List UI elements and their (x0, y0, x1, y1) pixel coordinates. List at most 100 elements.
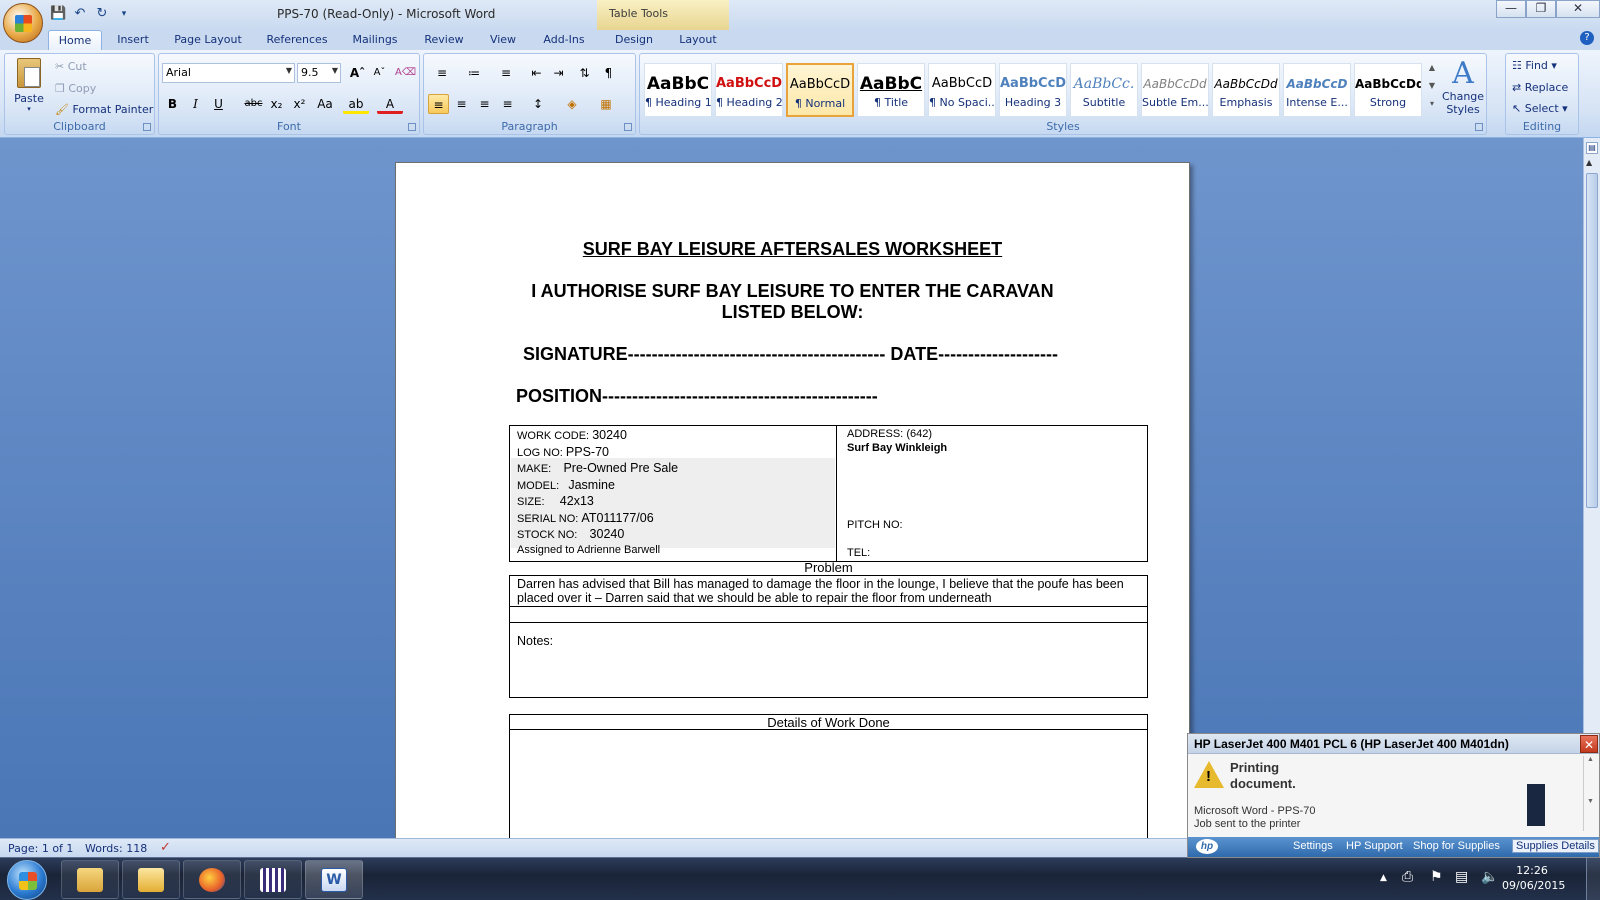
system-clock[interactable]: 12:26 09/06/2015 (1502, 863, 1565, 893)
find-button[interactable]: ☷ Find ▾ (1512, 59, 1557, 72)
show-desktop-button[interactable] (1586, 858, 1600, 900)
replace-button[interactable]: ⇄ Replace (1512, 81, 1568, 94)
save-icon[interactable]: 💾 (50, 6, 66, 22)
select-button[interactable]: ↖ Select ▾ (1512, 102, 1568, 115)
paragraph-launcher-icon[interactable] (624, 123, 632, 131)
problem-box[interactable]: Darren has advised that Bill has managed… (509, 575, 1148, 623)
supplies-details-link[interactable]: Supplies Details (1512, 839, 1599, 853)
tab-add-ins[interactable]: Add-Ins (538, 30, 590, 50)
close-icon[interactable]: ✕ (1580, 735, 1598, 753)
superscript-button[interactable]: x² (289, 94, 310, 114)
taskbar-explorer[interactable] (61, 860, 119, 899)
change-case-button[interactable]: Aa (312, 94, 338, 114)
underline-button[interactable]: U (208, 94, 229, 114)
hp-support-link[interactable]: HP Support (1346, 840, 1403, 852)
clipboard-launcher-icon[interactable] (143, 123, 151, 131)
shop-supplies-link[interactable]: Shop for Supplies (1413, 840, 1500, 852)
strikethrough-button[interactable]: abc (243, 94, 264, 114)
popup-scrollbar[interactable]: ▲ ▼ (1583, 756, 1597, 831)
style-heading-2[interactable]: AaBbCcDd¶ Heading 2 (715, 63, 783, 117)
customize-qat-icon[interactable]: ▾ (116, 6, 132, 22)
tab-page-layout[interactable]: Page Layout (170, 30, 246, 50)
font-launcher-icon[interactable] (408, 123, 416, 131)
cut-button[interactable]: ✂ Cut (55, 60, 87, 73)
work-done-box[interactable]: Details of Work Done (509, 714, 1148, 838)
style-subtle-emphasis[interactable]: AaBbCcDd Subtle Em... (1141, 63, 1209, 117)
show-hidden-icons-icon[interactable]: ▲ (1380, 873, 1387, 883)
align-left-icon[interactable]: ≡ (428, 94, 449, 114)
tab-mailings[interactable]: Mailings (347, 30, 403, 50)
start-button[interactable] (7, 860, 47, 900)
proofing-icon[interactable]: ✓ (160, 840, 171, 855)
word-count[interactable]: Words: 118 (85, 842, 147, 855)
restore-button[interactable]: ❐ (1526, 0, 1556, 18)
subscript-button[interactable]: x₂ (266, 94, 287, 114)
font-family-combo[interactable]: Arial ▼ (162, 63, 295, 83)
tab-references[interactable]: References (262, 30, 332, 50)
style-title[interactable]: AaBbC ¶ Title (857, 63, 925, 117)
tab-review[interactable]: Review (420, 30, 468, 50)
help-icon[interactable]: ? (1580, 31, 1594, 45)
highlight-icon[interactable]: ab (343, 94, 369, 114)
style-heading-3[interactable]: AaBbCcDdHeading 3 (999, 63, 1067, 117)
tab-insert[interactable]: Insert (110, 30, 156, 50)
font-color-icon[interactable]: A (377, 94, 403, 114)
taskbar-outlook[interactable] (122, 860, 180, 899)
printer-tray-icon[interactable]: ⎙ (1402, 869, 1413, 885)
copy-button[interactable]: ❐ Copy (55, 82, 96, 95)
action-center-flag-icon[interactable]: ⚑ (1430, 869, 1443, 885)
shading-icon[interactable]: ◈ (558, 94, 586, 114)
close-button[interactable]: ✕ (1556, 0, 1600, 18)
align-right-icon[interactable]: ≡ (474, 94, 495, 114)
taskbar-firefox[interactable] (183, 860, 241, 899)
style-heading-1[interactable]: AaBbC ¶ Heading 1 (644, 63, 712, 117)
bold-button[interactable]: B (162, 94, 183, 114)
decrease-indent-icon[interactable]: ⇤ (526, 63, 547, 83)
borders-icon[interactable]: ▦ (592, 94, 620, 114)
undo-icon[interactable]: ↶ (72, 6, 88, 22)
minimize-button[interactable]: — (1496, 0, 1526, 18)
scroll-up-icon[interactable]: ▲ (1586, 158, 1592, 167)
bullets-icon[interactable]: ≡ (428, 63, 456, 83)
multilevel-list-icon[interactable]: ≡ (492, 63, 520, 83)
taskbar-word[interactable]: W (305, 860, 363, 899)
taskbar-calendar-app[interactable] (244, 860, 302, 899)
italic-button[interactable]: I (185, 94, 206, 114)
styles-launcher-icon[interactable] (1475, 123, 1483, 131)
sort-icon[interactable]: ⇅ (574, 63, 595, 83)
volume-icon[interactable]: 🔈 (1481, 869, 1498, 885)
office-button[interactable] (3, 3, 43, 43)
style-no-spacing[interactable]: AaBbCcD ¶ No Spaci... (928, 63, 996, 117)
notes-box[interactable]: Notes: (509, 623, 1148, 698)
tab-design[interactable]: Design (612, 30, 656, 50)
change-styles-button[interactable]: A Change Styles (1440, 58, 1486, 117)
format-painter-button[interactable]: 🖌 Format Painter (55, 103, 153, 116)
numbering-icon[interactable]: ≔ (460, 63, 488, 83)
network-icon[interactable]: ▤ (1455, 869, 1468, 885)
clear-formatting-icon[interactable]: A⌫ (395, 63, 416, 83)
redo-icon[interactable]: ↻ (94, 6, 110, 22)
settings-link[interactable]: Settings (1293, 840, 1333, 852)
show-formatting-icon[interactable]: ¶ (598, 63, 619, 83)
tab-layout[interactable]: Layout (676, 30, 720, 50)
line-spacing-icon[interactable]: ↕ (524, 94, 552, 114)
scrollbar-thumb[interactable] (1586, 173, 1598, 508)
tab-view[interactable]: View (486, 30, 520, 50)
style-subtitle[interactable]: AaBbCc. Subtitle (1070, 63, 1138, 117)
view-ruler-icon[interactable]: ▤ (1586, 142, 1598, 154)
document-page[interactable]: SURF BAY LEISURE AFTERSALES WORKSHEET I … (395, 162, 1190, 838)
grow-font-icon[interactable]: Aˆ (347, 63, 368, 83)
align-center-icon[interactable]: ≡ (451, 94, 472, 114)
paste-button[interactable]: Paste ▾ (11, 58, 47, 118)
shrink-font-icon[interactable]: Aˇ (369, 63, 390, 83)
page-count[interactable]: Page: 1 of 1 (8, 842, 73, 855)
style-strong[interactable]: AaBbCcDd Strong (1354, 63, 1422, 117)
font-size-combo[interactable]: 9.5 ▼ (297, 63, 341, 83)
style-normal[interactable]: AaBbCcD ¶ Normal (786, 63, 854, 117)
style-intense-emphasis[interactable]: AaBbCcD Intense E... (1283, 63, 1351, 117)
tab-home[interactable]: Home (48, 30, 102, 50)
justify-icon[interactable]: ≡ (497, 94, 518, 114)
styles-scroll-icon[interactable]: ▲ ▼ ▾ (1426, 59, 1438, 119)
increase-indent-icon[interactable]: ⇥ (548, 63, 569, 83)
style-emphasis[interactable]: AaBbCcDd Emphasis (1212, 63, 1280, 117)
